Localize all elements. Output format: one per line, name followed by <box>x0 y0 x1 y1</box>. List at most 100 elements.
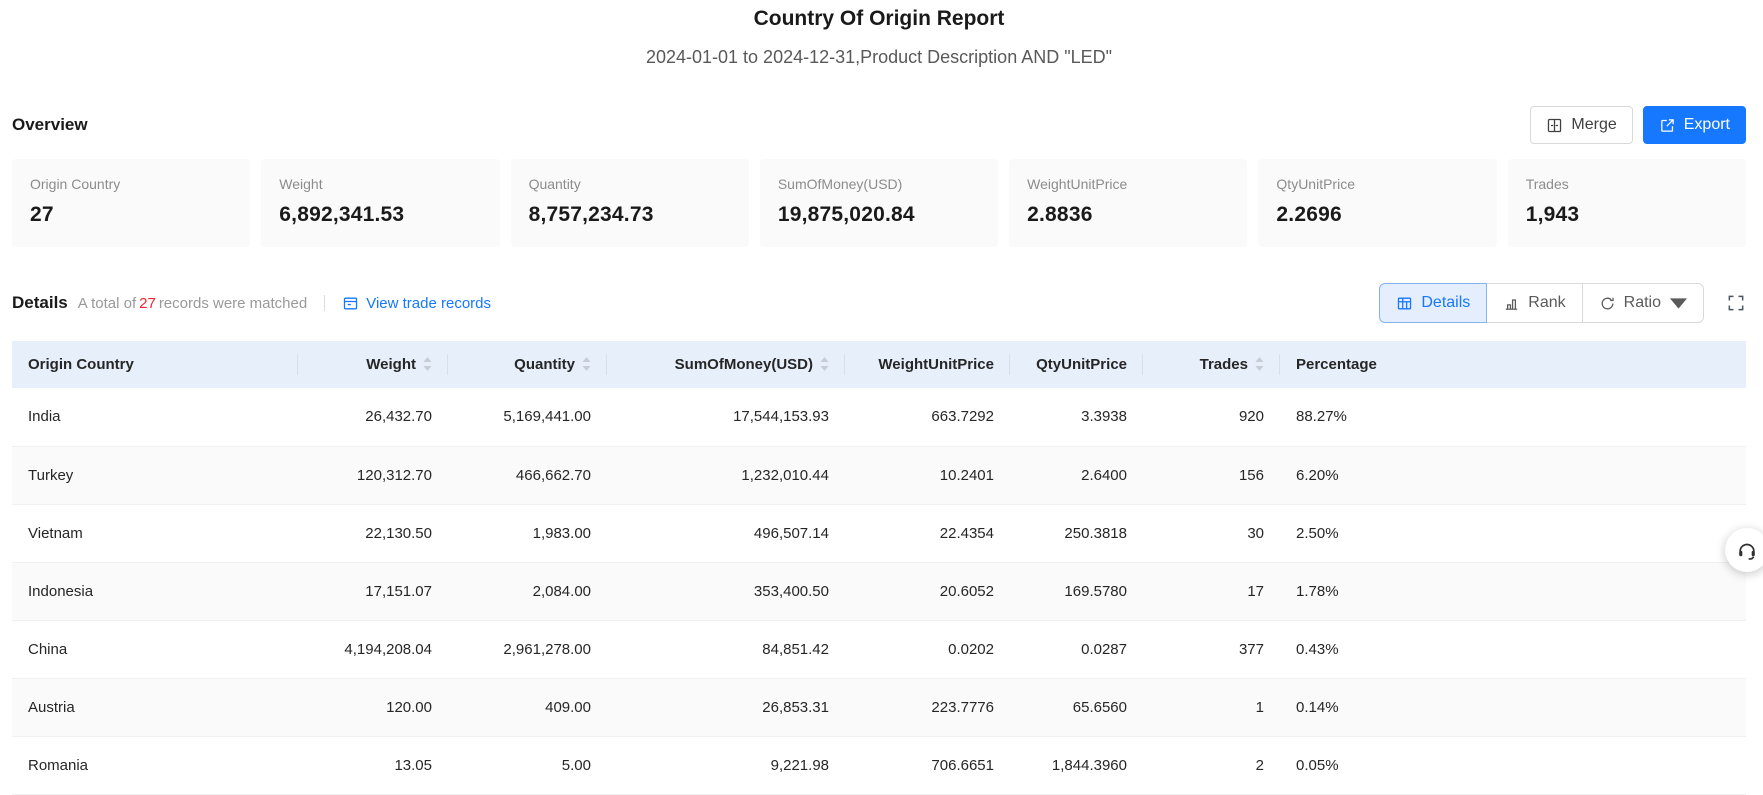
cell-qty_unit_price: 1,844.3960 <box>1010 736 1143 794</box>
cell-qty_unit_price: 250.3818 <box>1010 504 1143 562</box>
column-header-label: Percentage <box>1296 356 1377 373</box>
column-header-label: Quantity <box>514 356 575 373</box>
cell-weight: 26,432.70 <box>298 388 448 446</box>
sort-icon[interactable] <box>1255 357 1264 371</box>
cell-sum_of_money_usd: 1,232,010.44 <box>607 446 845 504</box>
stat-card-label: Quantity <box>529 176 731 193</box>
table-row: Vietnam22,130.501,983.00496,507.1422.435… <box>12 504 1746 562</box>
cell-percentage: 1.78% <box>1280 562 1746 620</box>
cell-percentage: 0.14% <box>1280 678 1746 736</box>
tab-rank[interactable]: Rank <box>1486 283 1582 323</box>
cell-quantity: 466,662.70 <box>448 446 607 504</box>
page-title: Country Of Origin Report <box>12 6 1746 32</box>
tab-details[interactable]: Details <box>1379 283 1487 323</box>
cell-origin_country: Romania <box>12 736 298 794</box>
column-header-qty_unit_price: QtyUnitPrice <box>1010 341 1143 388</box>
cell-quantity: 409.00 <box>448 678 607 736</box>
overview-cards: Origin Country27Weight6,892,341.53Quanti… <box>12 159 1746 247</box>
cell-percentage: 0.43% <box>1280 620 1746 678</box>
support-floating-button[interactable] <box>1725 528 1763 572</box>
trade-records-icon <box>342 295 359 312</box>
details-heading: Details <box>12 293 68 313</box>
cell-trades: 377 <box>1143 620 1280 678</box>
export-button[interactable]: Export <box>1643 106 1746 144</box>
stat-card-label: WeightUnitPrice <box>1027 176 1229 193</box>
table-body: India26,432.705,169,441.0017,544,153.936… <box>12 388 1746 794</box>
rank-icon <box>1503 295 1520 312</box>
cell-percentage: 88.27% <box>1280 388 1746 446</box>
column-header-label: Weight <box>366 356 416 373</box>
stat-card-label: Weight <box>279 176 481 193</box>
stat-card: SumOfMoney(USD)19,875,020.84 <box>760 159 998 247</box>
tab-ratio[interactable]: Ratio <box>1582 283 1704 323</box>
stat-card-label: QtyUnitPrice <box>1276 176 1478 193</box>
stat-card-label: Trades <box>1526 176 1728 193</box>
sort-icon[interactable] <box>423 357 432 371</box>
report-page: Country Of Origin Report 2024-01-01 to 2… <box>0 0 1763 795</box>
view-trade-records-label: View trade records <box>366 295 491 312</box>
stat-card-label: SumOfMoney(USD) <box>778 176 980 193</box>
export-icon <box>1659 117 1676 134</box>
column-header-weight_unit_price: WeightUnitPrice <box>845 341 1010 388</box>
stat-card: Weight6,892,341.53 <box>261 159 499 247</box>
overview-actions: Merge Export <box>1530 106 1746 144</box>
cell-weight_unit_price: 706.6651 <box>845 736 1010 794</box>
sort-icon[interactable] <box>582 357 591 371</box>
column-header-label: Trades <box>1200 356 1248 373</box>
tab-ratio-label: Ratio <box>1624 295 1661 311</box>
stat-card-value: 27 <box>30 203 232 227</box>
fullscreen-button[interactable] <box>1726 293 1746 313</box>
tab-rank-label: Rank <box>1528 295 1565 311</box>
cell-sum_of_money_usd: 26,853.31 <box>607 678 845 736</box>
cell-trades: 920 <box>1143 388 1280 446</box>
cell-trades: 156 <box>1143 446 1280 504</box>
view-trade-records-link[interactable]: View trade records <box>342 295 491 312</box>
merge-button-label: Merge <box>1571 117 1616 133</box>
table-view-icon <box>1396 295 1413 312</box>
chevron-down-icon <box>1670 295 1687 312</box>
stat-card-label: Origin Country <box>30 176 232 193</box>
cell-origin_country: China <box>12 620 298 678</box>
cell-quantity: 2,961,278.00 <box>448 620 607 678</box>
summary-prefix: A total of <box>78 295 136 312</box>
column-header-trades[interactable]: Trades <box>1143 341 1280 388</box>
table-row: Austria120.00409.0026,853.31223.777665.6… <box>12 678 1746 736</box>
report-header: Country Of Origin Report 2024-01-01 to 2… <box>12 0 1746 69</box>
cell-quantity: 5,169,441.00 <box>448 388 607 446</box>
details-right: Details Rank Ratio <box>1379 283 1746 323</box>
overview-bar: Overview Merge Export <box>12 105 1746 145</box>
cell-qty_unit_price: 3.3938 <box>1010 388 1143 446</box>
cell-weight: 120,312.70 <box>298 446 448 504</box>
table-header: Origin Country Weight Quantity SumOfMoney(U… <box>12 341 1746 388</box>
cell-sum_of_money_usd: 9,221.98 <box>607 736 845 794</box>
cell-trades: 30 <box>1143 504 1280 562</box>
fullscreen-icon <box>1726 293 1746 313</box>
column-header-sum_of_money_usd[interactable]: SumOfMoney(USD) <box>607 341 845 388</box>
stat-card: WeightUnitPrice2.8836 <box>1009 159 1247 247</box>
cell-origin_country: Vietnam <box>12 504 298 562</box>
column-header-quantity[interactable]: Quantity <box>448 341 607 388</box>
stat-card: QtyUnitPrice2.2696 <box>1258 159 1496 247</box>
overview-heading: Overview <box>12 115 88 135</box>
merge-button[interactable]: Merge <box>1530 106 1632 144</box>
column-header-origin_country: Origin Country <box>12 341 298 388</box>
cell-quantity: 1,983.00 <box>448 504 607 562</box>
cell-weight_unit_price: 20.6052 <box>845 562 1010 620</box>
cell-sum_of_money_usd: 17,544,153.93 <box>607 388 845 446</box>
cell-quantity: 5.00 <box>448 736 607 794</box>
column-header-weight[interactable]: Weight <box>298 341 448 388</box>
cell-weight_unit_price: 663.7292 <box>845 388 1010 446</box>
column-header-label: SumOfMoney(USD) <box>675 356 813 373</box>
stat-card: Quantity8,757,234.73 <box>511 159 749 247</box>
cell-origin_country: Turkey <box>12 446 298 504</box>
sort-icon[interactable] <box>820 357 829 371</box>
headset-icon <box>1736 539 1758 561</box>
summary-suffix: records were matched <box>159 295 307 312</box>
cell-sum_of_money_usd: 84,851.42 <box>607 620 845 678</box>
cell-weight_unit_price: 223.7776 <box>845 678 1010 736</box>
cell-weight_unit_price: 10.2401 <box>845 446 1010 504</box>
details-left: Details A total of27records were matched… <box>12 293 491 313</box>
cell-sum_of_money_usd: 496,507.14 <box>607 504 845 562</box>
cell-quantity: 2,084.00 <box>448 562 607 620</box>
page-subtitle: 2024-01-01 to 2024-12-31,Product Descrip… <box>12 45 1746 69</box>
